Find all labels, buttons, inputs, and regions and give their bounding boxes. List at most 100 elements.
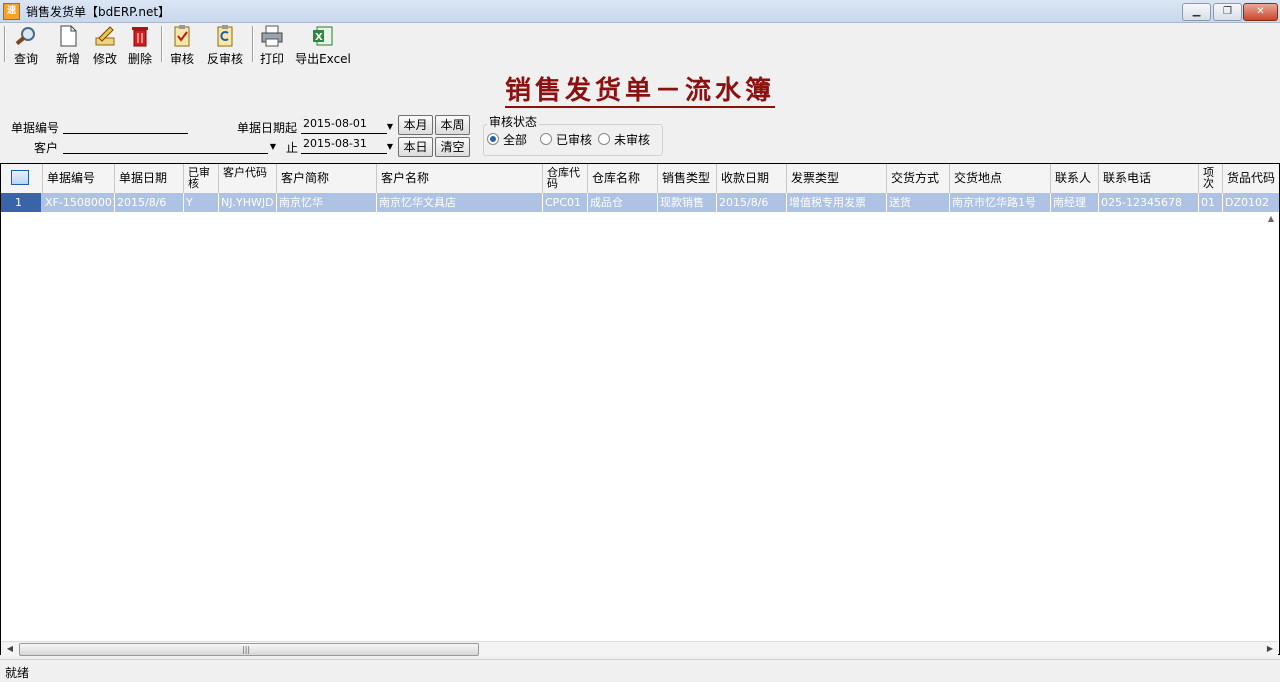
audit-label: 审核 (169, 52, 194, 66)
cell-doc-no[interactable]: XF-15080001 (43, 193, 115, 212)
header-warehouse-name[interactable]: 仓库名称 (588, 164, 658, 193)
radio-unaudited[interactable] (598, 133, 610, 145)
header-warehouse-code[interactable]: 仓库代码 (543, 164, 588, 193)
delete-button[interactable]: 删除 (125, 24, 155, 66)
grid-corner-cell (1, 164, 43, 193)
header-audited[interactable]: 已审核 (184, 164, 219, 193)
header-customer-code[interactable]: 客户代码 (219, 164, 277, 193)
date-to-input[interactable]: 2015-08-31 (301, 135, 387, 154)
radio-audited-label: 已审核 (556, 133, 593, 147)
scroll-thumb[interactable]: ||| (19, 643, 479, 656)
header-invoice-type[interactable]: 发票类型 (787, 164, 887, 193)
window-title: 销售发货单【bdERP.net】 (26, 5, 171, 19)
doc-no-input[interactable] (63, 117, 188, 134)
cell-doc-date[interactable]: 2015/8/6 (115, 193, 184, 212)
header-delivery-method[interactable]: 交货方式 (887, 164, 950, 193)
printer-icon (261, 25, 283, 47)
clear-button[interactable]: 清空 (435, 137, 470, 157)
cell-customer-name[interactable]: 南京忆华文具店 (377, 193, 543, 212)
header-delivery-place[interactable]: 交货地点 (950, 164, 1051, 193)
audit-status-title: 审核状态 (487, 113, 540, 130)
cell-delivery-method[interactable]: 送货 (887, 193, 950, 212)
toolbar-separator (4, 26, 6, 62)
clipboard-undo-icon (217, 25, 233, 47)
print-label: 打印 (259, 52, 284, 66)
page-title: 销售发货单－流水簿 (505, 76, 776, 108)
cell-sales-type[interactable]: 现款销售 (658, 193, 717, 212)
query-button[interactable]: 查询 (11, 24, 41, 66)
date-from-label: 单据日期起 (237, 121, 298, 135)
cell-product-code[interactable]: DZ0102 (1223, 193, 1279, 212)
title-bar: 速 销售发货单【bdERP.net】 ▁ ❐ ✕ (0, 0, 1280, 23)
cell-delivery-place[interactable]: 南京市忆华路1号 (950, 193, 1051, 212)
vertical-scroll-up-icon[interactable]: ▲ (1265, 214, 1277, 226)
cell-warehouse-code[interactable]: CPC01 (543, 193, 588, 212)
close-button[interactable]: ✕ (1243, 3, 1278, 21)
this-month-button[interactable]: 本月 (398, 115, 433, 135)
excel-icon: X (313, 26, 333, 46)
radio-audited[interactable] (540, 133, 552, 145)
magnifier-icon (15, 27, 35, 46)
grip-icon: ||| (242, 645, 251, 654)
audit-button[interactable]: 审核 (167, 24, 197, 66)
toolbar: 查询 新增 修改 删除 审核 反审核 打印 X 导出Excel (0, 22, 1280, 66)
header-contact[interactable]: 联系人 (1051, 164, 1099, 193)
app-icon: 速 (3, 3, 20, 20)
date-from-dropdown-arrow[interactable]: ▼ (384, 120, 396, 134)
toolbar-separator (252, 26, 254, 62)
header-customer-name[interactable]: 客户名称 (377, 164, 543, 193)
scroll-left-icon[interactable]: ◀ (3, 643, 17, 655)
data-grid[interactable]: 单据编号 单据日期 已审核 客户代码 客户简称 客户名称 仓库代码 仓库名称 销… (0, 163, 1280, 655)
unaudit-button[interactable]: 反审核 (205, 24, 245, 66)
table-row[interactable]: 1 XF-15080001 2015/8/6 Y NJ.YHWJD 南京忆华 南… (1, 193, 1279, 212)
print-button[interactable]: 打印 (257, 24, 287, 66)
header-doc-date[interactable]: 单据日期 (115, 164, 184, 193)
customer-dropdown-arrow[interactable]: ▼ (267, 140, 279, 154)
horizontal-scrollbar[interactable]: ◀ ||| ▶ (1, 641, 1278, 656)
status-text: 就绪 (5, 666, 30, 680)
customer-input[interactable] (63, 137, 268, 154)
svg-text:X: X (315, 32, 323, 43)
export-label: 导出Excel (295, 52, 351, 66)
doc-no-label: 单据编号 (11, 121, 60, 135)
cell-invoice-type[interactable]: 增值税专用发票 (787, 193, 887, 212)
cell-audited[interactable]: Y (184, 193, 219, 212)
header-phone[interactable]: 联系电话 (1099, 164, 1199, 193)
cell-contact[interactable]: 南经理 (1051, 193, 1099, 212)
cell-item-no[interactable]: 01 (1199, 193, 1223, 212)
edit-button[interactable]: 修改 (90, 24, 120, 66)
status-bar: 就绪 (0, 659, 1280, 682)
toolbar-separator (161, 26, 163, 62)
cell-warehouse-name[interactable]: 成品仓 (588, 193, 658, 212)
this-week-button[interactable]: 本周 (435, 115, 470, 135)
cell-phone[interactable]: 025-12345678 (1099, 193, 1199, 212)
cell-customer-short[interactable]: 南京忆华 (277, 193, 377, 212)
scroll-right-icon[interactable]: ▶ (1263, 643, 1277, 655)
new-button[interactable]: 新增 (53, 24, 83, 66)
export-excel-button[interactable]: X 导出Excel (294, 24, 352, 66)
today-button[interactable]: 本日 (398, 137, 433, 157)
cell-customer-code[interactable]: NJ.YHWJD (219, 193, 277, 212)
header-item-no[interactable]: 项次 (1199, 164, 1223, 193)
date-to-dropdown-arrow[interactable]: ▼ (384, 140, 396, 154)
trash-icon (132, 27, 148, 47)
date-to-label: 止 (286, 141, 299, 155)
date-from-input[interactable]: 2015-08-01 (301, 115, 387, 134)
new-label: 新增 (55, 52, 80, 66)
row-number[interactable]: 1 (1, 193, 41, 212)
grid-header: 单据编号 单据日期 已审核 客户代码 客户简称 客户名称 仓库代码 仓库名称 销… (1, 164, 1279, 194)
header-customer-short[interactable]: 客户简称 (277, 164, 377, 193)
header-doc-no[interactable]: 单据编号 (43, 164, 115, 193)
delete-label: 删除 (127, 52, 152, 66)
unaudit-label: 反审核 (206, 52, 243, 66)
header-payment-date[interactable]: 收款日期 (717, 164, 787, 193)
maximize-button[interactable]: ❐ (1213, 3, 1242, 21)
query-label: 查询 (13, 52, 38, 66)
edit-icon (95, 26, 115, 46)
header-sales-type[interactable]: 销售类型 (658, 164, 717, 193)
radio-all[interactable] (487, 133, 499, 145)
minimize-button[interactable]: ▁ (1182, 3, 1211, 21)
header-product-code[interactable]: 货品代码 (1223, 164, 1279, 193)
radio-all-label: 全部 (503, 133, 528, 147)
cell-payment-date[interactable]: 2015/8/6 (717, 193, 787, 212)
